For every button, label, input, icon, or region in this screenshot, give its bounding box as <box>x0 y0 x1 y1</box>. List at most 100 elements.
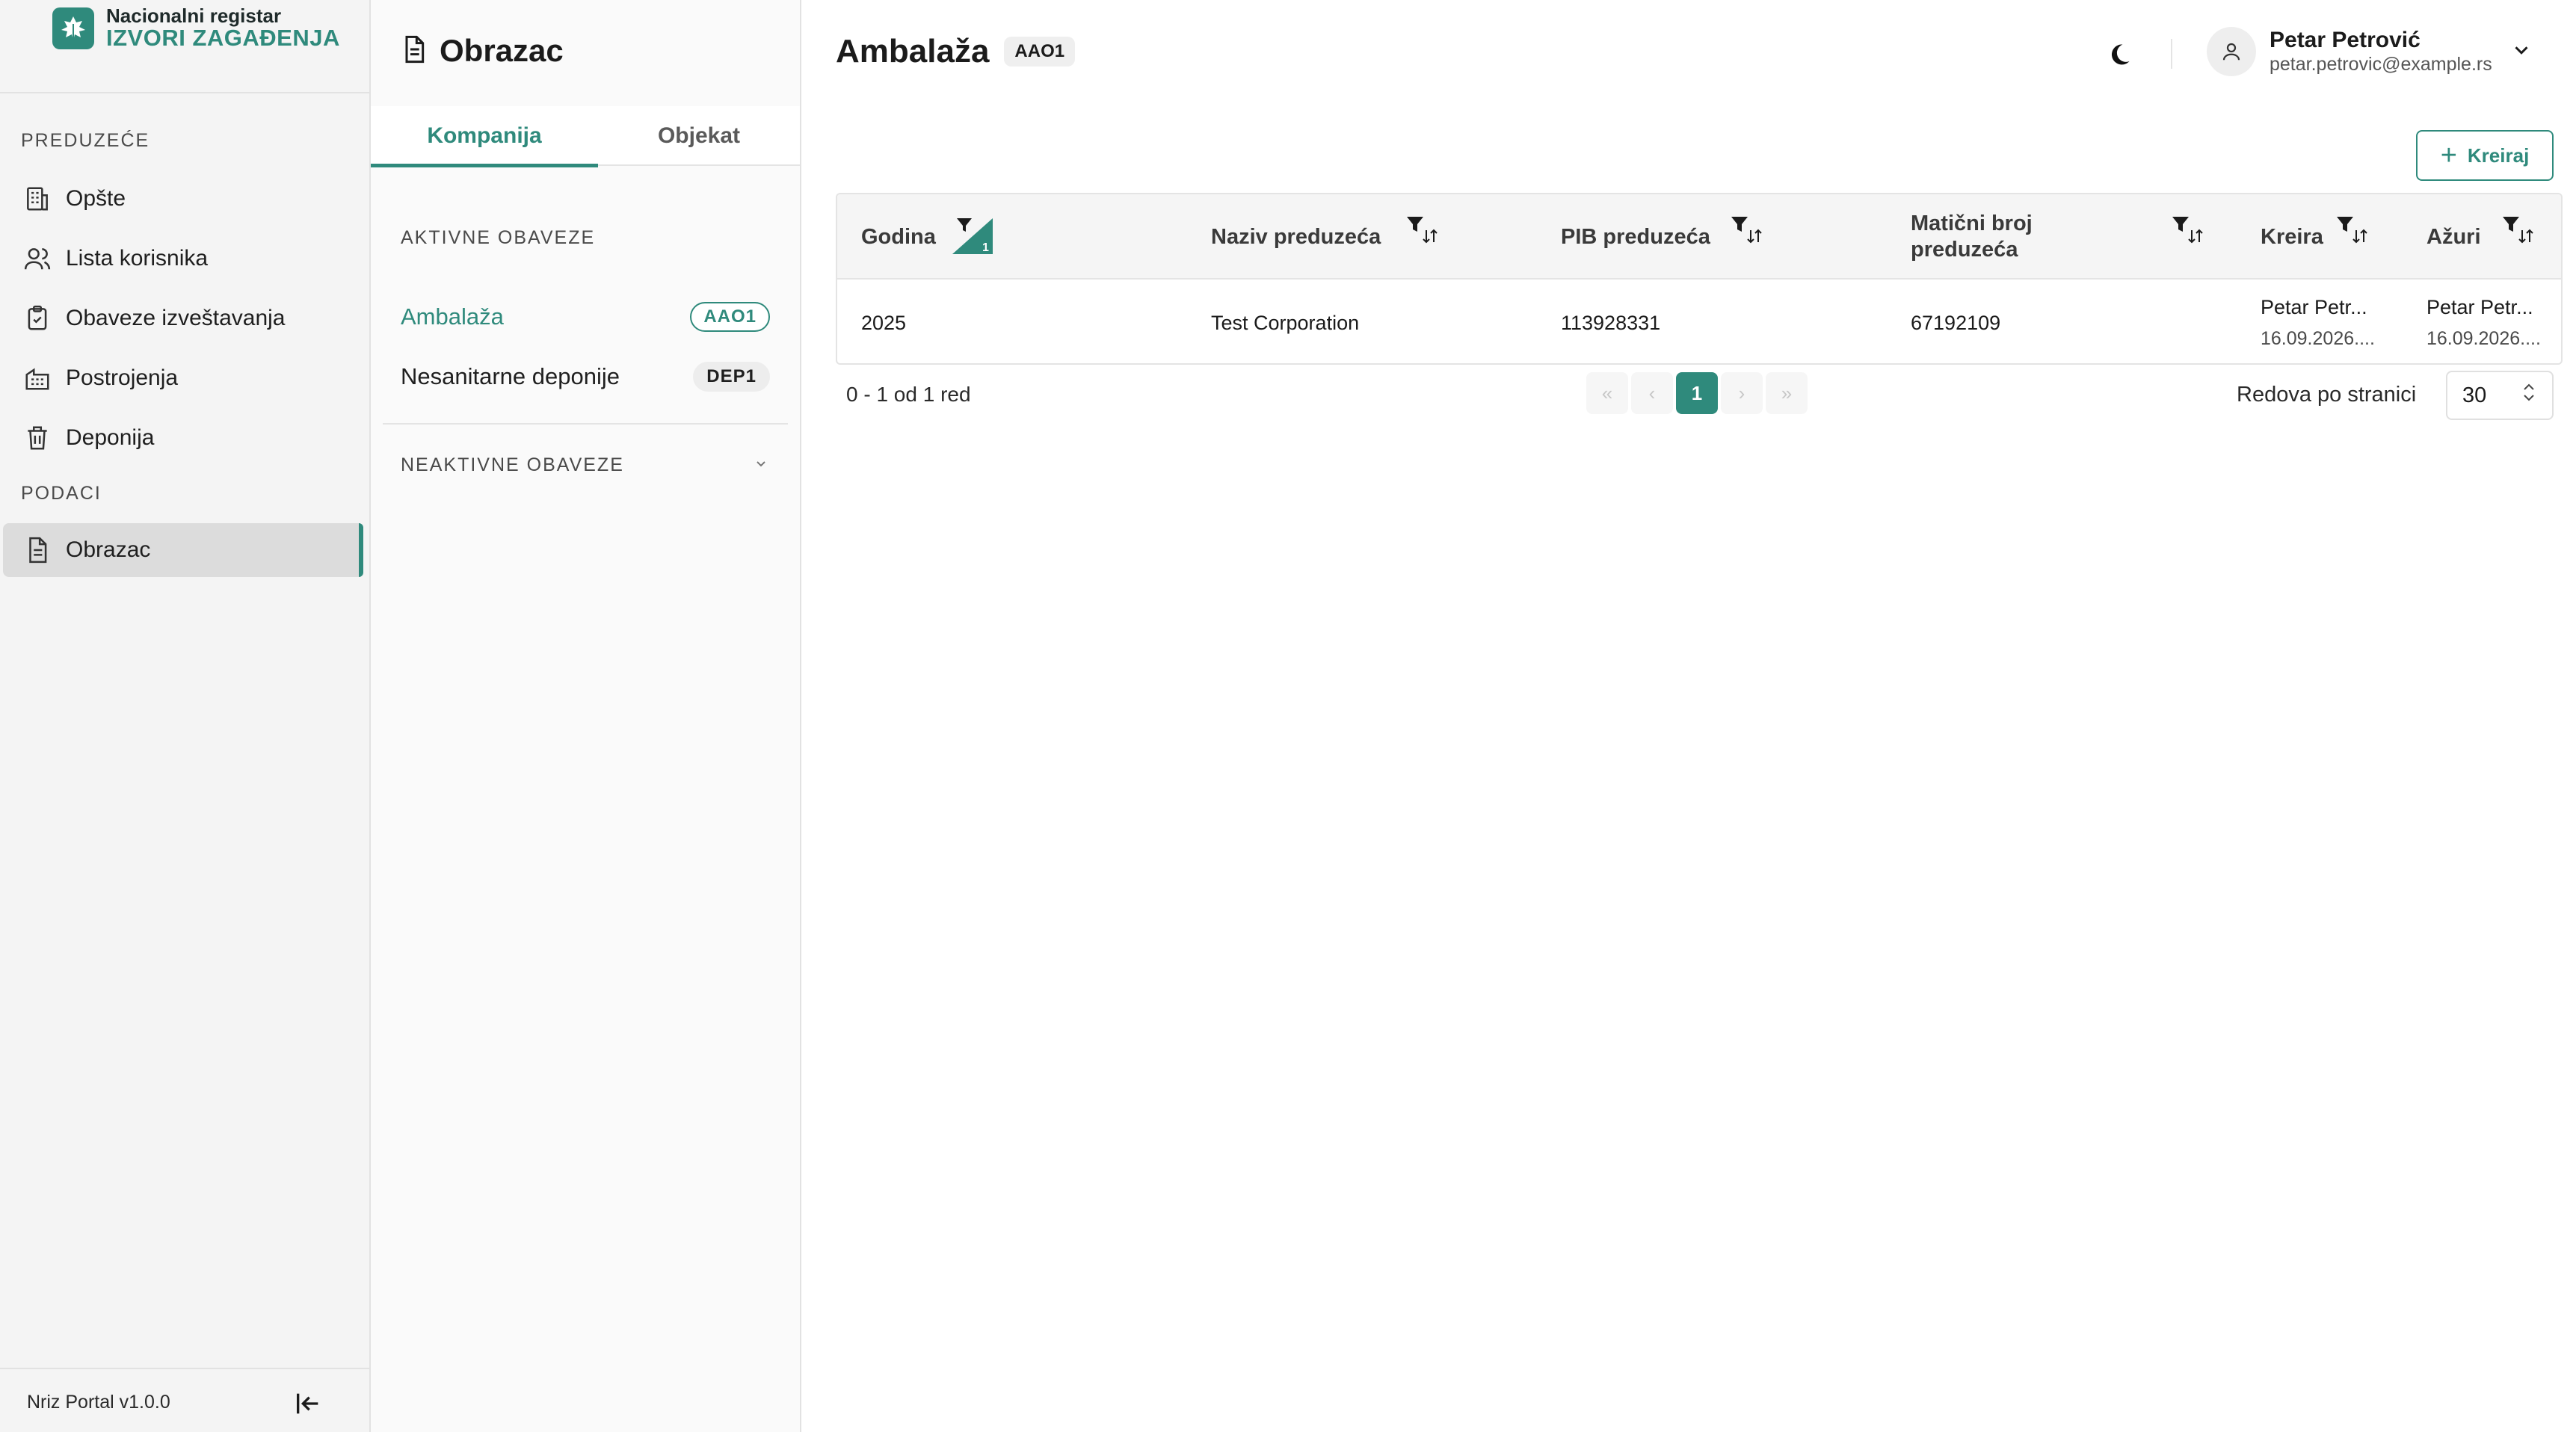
sidebar: Nacionalni registar IZVORI ZAGAĐENJA PRE… <box>0 0 371 1432</box>
filter-count: 1 <box>982 241 989 254</box>
document-icon <box>399 34 429 68</box>
sidebar-item-label: Obrazac <box>66 537 151 562</box>
page-code-badge: AAO1 <box>1004 37 1076 67</box>
create-button[interactable]: + Kreiraj <box>2416 130 2554 181</box>
collapse-sidebar-icon[interactable] <box>292 1387 324 1420</box>
column-header-naziv-preduzeca[interactable]: Naziv preduzeća <box>1211 194 1525 280</box>
panel-title-text: Obrazac <box>440 33 564 68</box>
sidebar-item-opste[interactable]: Opšte <box>3 172 363 226</box>
chevron-updown-icon <box>2521 381 2537 410</box>
table-row[interactable]: 2025 Test Corporation 113928331 67192109… <box>837 281 2561 363</box>
filter-sort-icon[interactable] <box>2501 214 2542 259</box>
user-name: Petar Petrović <box>2270 28 2421 53</box>
pagination: « ‹ 1 › » <box>1586 372 1811 414</box>
sidebar-item-obaveze-izvestavanja[interactable]: Obaveze izveštavanja <box>3 291 363 345</box>
column-label: Matični broj preduzeća <box>1911 212 2033 262</box>
users-icon <box>21 242 54 275</box>
sidebar-divider <box>0 92 369 93</box>
main-content: Ambalaža AAO1 Petar Petrović petar.petro… <box>803 0 2576 1432</box>
column-header-pib-preduzeca[interactable]: PIB preduzeća <box>1561 194 1875 280</box>
panel-divider <box>383 423 788 425</box>
sidebar-item-label: Deponija <box>66 425 155 450</box>
rows-per-page-select[interactable]: 30 <box>2446 371 2554 420</box>
sidebar-item-obrazac[interactable]: Obrazac <box>3 523 363 577</box>
column-header-azurirao[interactable]: Ažuri <box>2426 194 2561 280</box>
filter-sort-active-icon[interactable]: 1 <box>952 214 993 259</box>
cell-kreirao: Petar Petr... 16.09.2026.... <box>2261 281 2418 363</box>
cell-pib: 113928331 <box>1561 311 1661 334</box>
pagination-range: 0 - 1 od 1 red <box>846 383 971 406</box>
cell-maticni-broj: 67192109 <box>1911 311 2001 334</box>
last-page-icon[interactable]: » <box>1766 372 1808 414</box>
column-header-maticni-broj[interactable]: Matični broj preduzeća <box>1911 194 2225 280</box>
cell-godina: 2025 <box>861 311 907 334</box>
clipboard-check-icon <box>21 302 54 335</box>
page-title: Ambalaža <box>836 33 990 70</box>
create-button-label: Kreiraj <box>2467 143 2530 167</box>
column-header-godina[interactable]: Godina 1 <box>861 194 1175 280</box>
sidebar-item-deponija[interactable]: Deponija <box>3 411 363 465</box>
created-by: Petar Petr... <box>2261 296 2367 318</box>
filter-sort-icon[interactable] <box>2171 214 2211 259</box>
app-root: Nacionalni registar IZVORI ZAGAĐENJA PRE… <box>0 0 2576 1432</box>
sidebar-section-podaci: PODACI <box>21 483 102 504</box>
tab-kompanija[interactable]: Kompanija <box>371 106 598 167</box>
sidebar-footer-divider <box>0 1368 369 1369</box>
user-menu[interactable]: Petar Petrović petar.petrovic@example.rs <box>2207 27 2533 76</box>
building-icon <box>21 182 54 215</box>
app-version: Nriz Portal v1.0.0 <box>27 1392 170 1413</box>
obligation-code-badge: AAO1 <box>690 302 770 332</box>
column-label: Naziv preduzeća <box>1211 224 1381 249</box>
records-table: Godina 1 Naziv preduzeća PIB preduzeća M… <box>836 193 2563 365</box>
table-header: Godina 1 Naziv preduzeća PIB preduzeća M… <box>837 194 2561 280</box>
prev-page-icon[interactable]: ‹ <box>1631 372 1673 414</box>
tab-objekat[interactable]: Objekat <box>598 106 800 166</box>
obligation-code-badge: DEP1 <box>693 362 770 392</box>
rows-per-page-value: 30 <box>2462 383 2487 407</box>
filter-sort-icon[interactable] <box>2335 214 2376 259</box>
page-button-current[interactable]: 1 <box>1676 372 1718 414</box>
sidebar-item-postrojenja[interactable]: Postrojenja <box>3 351 363 405</box>
cell-azurirao: Petar Petr... 16.09.2026.... <box>2426 281 2561 363</box>
sidebar-item-label: Postrojenja <box>66 365 179 390</box>
column-label: PIB preduzeća <box>1561 224 1710 249</box>
column-label: Kreira <box>2261 224 2323 249</box>
page-header: Ambalaža AAO1 <box>836 33 1076 70</box>
panel-tabs: Kompanija Objekat <box>371 106 800 167</box>
column-label: Godina <box>861 224 936 249</box>
inactive-obligations-toggle[interactable]: NEAKTIVNE OBAVEZE <box>401 454 770 476</box>
created-at: 16.09.2026.... <box>2261 328 2375 349</box>
sidebar-section-preduzece: PREDUZEĆE <box>21 130 150 151</box>
sidebar-item-lista-korisnika[interactable]: Lista korisnika <box>3 232 363 286</box>
user-avatar-icon <box>2207 27 2256 76</box>
obligation-nesanitarne-deponije[interactable]: Nesanitarne deponije DEP1 <box>401 356 770 398</box>
sidebar-item-label: Opšte <box>66 186 126 211</box>
active-obligations-heading: AKTIVNE OBAVEZE <box>401 227 596 248</box>
chevron-down-icon <box>2510 39 2533 65</box>
updated-by: Petar Petr... <box>2426 296 2533 318</box>
updated-at: 16.09.2026.... <box>2426 328 2541 349</box>
next-page-icon[interactable]: › <box>1721 372 1763 414</box>
brand-line2: IZVORI ZAGAĐENJA <box>106 25 340 52</box>
document-icon <box>21 534 54 567</box>
filter-sort-icon[interactable] <box>1405 214 1446 259</box>
column-label: Ažuri <box>2426 224 2481 249</box>
rows-per-page-label: Redova po stranici <box>2237 383 2417 407</box>
column-header-kreirao[interactable]: Kreira <box>2261 194 2418 280</box>
first-page-icon[interactable]: « <box>1586 372 1628 414</box>
plus-icon: + <box>2440 140 2457 171</box>
cell-naziv-preduzeca: Test Corporation <box>1211 311 1360 334</box>
leaf-logo-icon <box>52 7 94 49</box>
sidebar-item-label: Obaveze izveštavanja <box>66 306 286 330</box>
trash-icon <box>21 422 54 454</box>
header-separator <box>2171 39 2172 69</box>
filter-sort-icon[interactable] <box>1730 214 1770 259</box>
moon-icon[interactable] <box>2101 36 2138 73</box>
panel-title: Obrazac <box>399 33 564 69</box>
brand-line1: Nacionalni registar <box>106 4 282 27</box>
chevron-down-icon <box>752 454 770 476</box>
sidebar-item-label: Lista korisnika <box>66 246 209 271</box>
obrazac-panel: Obrazac Kompanija Objekat AKTIVNE OBAVEZ… <box>371 0 801 1432</box>
obligation-ambalaza[interactable]: Ambalaža AAO1 <box>401 296 770 338</box>
brand[interactable]: Nacionalni registar IZVORI ZAGAĐENJA <box>52 4 340 52</box>
